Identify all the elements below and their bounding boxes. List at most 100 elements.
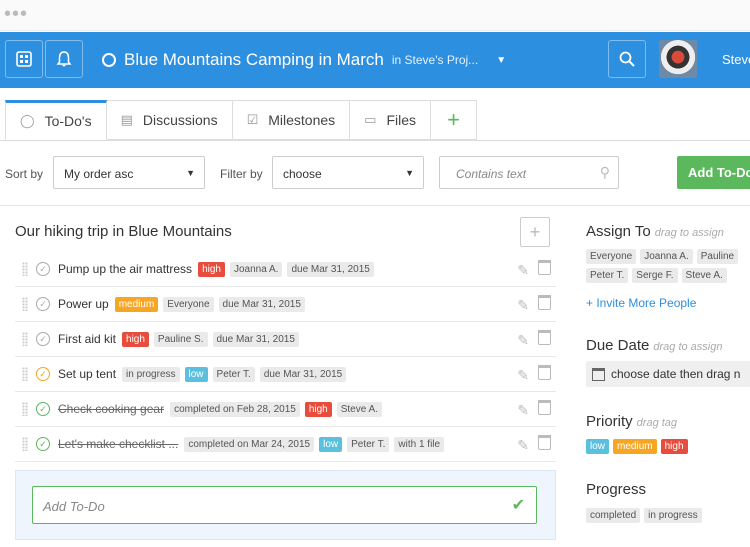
filter-select[interactable]: choose ▼	[272, 156, 424, 189]
project-parent: in Steve's Proj...	[391, 53, 479, 67]
drag-handle-icon[interactable]	[22, 402, 28, 416]
pencil-icon[interactable]: ✎	[517, 262, 529, 279]
trash-icon[interactable]	[538, 365, 551, 380]
todo-row: ✓ Let's make checklist ... completed on Ma…	[15, 427, 556, 462]
checkmark-icon[interactable]: ✔	[512, 495, 525, 515]
todo-tag: completed on Mar 24, 2015	[184, 436, 315, 452]
tag-chip[interactable]: Steve A.	[681, 268, 727, 283]
tag-chip[interactable]: Pauline	[696, 249, 739, 264]
todo-name[interactable]: Set up tent	[58, 367, 116, 381]
tag-chip[interactable]: Peter T.	[586, 268, 629, 283]
todo-checkbox[interactable]: ✓	[36, 262, 50, 276]
bell-icon	[56, 51, 72, 67]
todo-tag: low	[319, 436, 343, 452]
pencil-icon[interactable]: ✎	[517, 437, 529, 454]
tab-milestones[interactable]: ☑ Milestones	[232, 100, 351, 140]
tab-label: Milestones	[268, 112, 336, 128]
trash-icon[interactable]	[538, 330, 551, 345]
priority-title: Priority	[586, 413, 633, 430]
tag-chip[interactable]: completed	[586, 508, 641, 523]
trash-icon[interactable]	[538, 400, 551, 415]
sort-value: My order asc	[64, 167, 134, 181]
tag-chip[interactable]: medium	[613, 439, 657, 454]
todo-checkbox[interactable]: ✓	[36, 332, 50, 346]
pencil-icon[interactable]: ✎	[517, 367, 529, 384]
todo-name[interactable]: Check cooking gear	[58, 402, 164, 416]
todo-row: ✓ Power up medium Everyone due Mar 31, 2015 ✎	[15, 287, 556, 322]
user-avatar[interactable]	[659, 40, 697, 78]
drag-handle-icon[interactable]	[22, 262, 28, 276]
trash-icon[interactable]	[538, 260, 551, 275]
search-input[interactable]: Contains text ⚲	[439, 156, 619, 189]
drag-handle-icon[interactable]	[22, 332, 28, 346]
apps-grid-button[interactable]	[5, 40, 43, 78]
tag-chip[interactable]: in progress	[644, 508, 702, 523]
drag-handle-icon[interactable]	[22, 297, 28, 311]
todo-checkbox[interactable]: ✓	[36, 367, 50, 381]
add-todo-input[interactable]: Add To-Do ✔	[32, 486, 537, 524]
project-title: Blue Mountains Camping in March	[124, 50, 384, 69]
plus-icon: +	[447, 107, 460, 132]
window-chrome: •••	[0, 0, 750, 31]
tag-chip[interactable]: Everyone	[586, 249, 637, 264]
todo-name[interactable]: Pump up the air mattress	[58, 262, 192, 276]
tab-files[interactable]: ▭ Files	[350, 100, 432, 140]
tag-chip[interactable]: Joanna A.	[640, 249, 693, 264]
invite-link[interactable]: + Invite More People	[586, 296, 696, 310]
due-date-picker[interactable]: choose date then drag n	[586, 361, 750, 387]
todo-name[interactable]: Power up	[58, 297, 109, 311]
tab-label: To-Do's	[44, 113, 92, 129]
todo-tag: high	[198, 261, 225, 277]
drag-handle-icon[interactable]	[22, 437, 28, 451]
chat-icon: ▤	[120, 112, 133, 127]
tag-chip[interactable]: Serge F.	[632, 268, 678, 283]
todo-row: ✓ Set up tent in progress low Peter T. due Ma…	[15, 357, 556, 392]
assign-title: Assign To	[586, 223, 651, 240]
tab-divider	[0, 140, 750, 141]
search-button[interactable]	[608, 40, 646, 78]
todo-tag: Steve A.	[336, 401, 382, 417]
due-heading: Due Date drag to assign	[586, 337, 722, 354]
pencil-icon[interactable]: ✎	[517, 332, 529, 349]
chevron-down-icon: ▼	[186, 168, 195, 178]
tab-bar: ◯ To-Do's ▤ Discussions ☑ Milestones ▭ F…	[5, 100, 478, 140]
todo-name[interactable]: First aid kit	[58, 332, 116, 346]
add-todo-button[interactable]: Add To-Do	[677, 156, 750, 189]
status-circle-icon	[102, 53, 116, 67]
todo-tag: due Mar 31, 2015	[259, 366, 347, 382]
drag-handle-icon[interactable]	[22, 367, 28, 381]
sort-label: Sort by	[5, 167, 44, 181]
todo-row: ✓ First aid kit high Pauline S. due Mar 31, …	[15, 322, 556, 357]
tab-todos[interactable]: ◯ To-Do's	[5, 100, 107, 140]
project-switcher[interactable]: Blue Mountains Camping in March in Steve…	[102, 50, 506, 70]
priority-hint: drag tag	[636, 417, 678, 429]
priority-tags: low medium high	[586, 439, 750, 458]
todo-checkbox[interactable]: ✓	[36, 297, 50, 311]
tag-chip[interactable]: low	[586, 439, 610, 454]
user-name[interactable]: Steve	[722, 52, 750, 67]
trash-icon[interactable]	[538, 435, 551, 450]
todo-tag: medium	[114, 296, 159, 312]
add-list-icon[interactable]: +	[520, 217, 550, 247]
check-circle-icon: ◯	[20, 113, 35, 128]
assign-heading: Assign To drag to assign	[586, 223, 724, 240]
trash-icon[interactable]	[538, 295, 551, 310]
todo-tag: completed on Feb 28, 2015	[170, 401, 300, 417]
pencil-icon[interactable]: ✎	[517, 297, 529, 314]
notifications-button[interactable]	[45, 40, 83, 78]
pencil-icon[interactable]: ✎	[517, 402, 529, 419]
todo-tag: due Mar 31, 2015	[218, 296, 305, 312]
tab-discussions[interactable]: ▤ Discussions	[106, 100, 233, 140]
grid-icon	[16, 51, 32, 67]
add-tab-button[interactable]: +	[431, 100, 478, 140]
todo-name[interactable]: Let's make checklist ...	[58, 437, 178, 451]
sort-select[interactable]: My order asc ▼	[53, 156, 205, 189]
todo-checkbox[interactable]: ✓	[36, 437, 50, 451]
tag-chip[interactable]: high	[660, 439, 688, 454]
todo-checkbox[interactable]: ✓	[36, 402, 50, 416]
add-todo-panel: Add To-Do ✔	[15, 470, 556, 540]
filter-label: Filter by	[220, 167, 263, 181]
filter-value: choose	[283, 167, 322, 181]
top-bar: Blue Mountains Camping in March in Steve…	[0, 32, 750, 88]
todo-tag: Peter T.	[212, 366, 255, 382]
